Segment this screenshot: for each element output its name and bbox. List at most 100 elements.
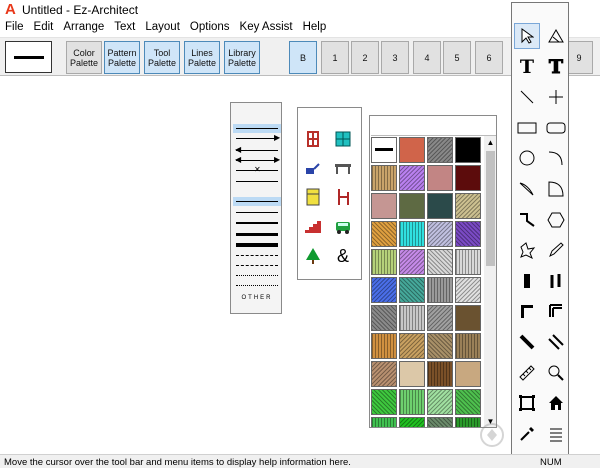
layer-button-6[interactable]: 6 [475,41,503,74]
chair-icon[interactable] [333,187,353,207]
weight-4-option[interactable] [236,243,278,247]
pattern-swatch[interactable] [427,389,453,415]
layer-button-b[interactable]: B [289,41,317,74]
pattern-swatch[interactable] [455,333,481,359]
ellipse-segment-icon[interactable] [514,176,540,202]
dash-dot-line-option[interactable] [236,265,278,266]
other-lines-option[interactable]: OTHER [233,295,281,301]
weight-3-option[interactable] [236,233,278,236]
thin-line-option[interactable] [236,181,278,182]
crosshair-icon[interactable] [543,84,569,110]
circle-icon[interactable] [514,145,540,171]
weight-1-option[interactable] [236,212,278,213]
car-icon[interactable] [333,216,353,236]
pattern-swatch[interactable] [399,417,425,427]
weight-2-option[interactable] [236,222,278,224]
menu-help[interactable]: Help [298,19,332,37]
lines-palette[interactable]: ▶ ◀ ◀ ▶ ✕ OTHER [230,102,282,314]
pattern-swatch[interactable] [455,137,481,163]
pattern-swatch[interactable] [455,389,481,415]
corner-wall-icon[interactable] [514,298,540,324]
sink-icon[interactable] [303,158,323,178]
pattern-swatch[interactable] [399,361,425,387]
pattern-swatch[interactable] [371,221,397,247]
bench-icon[interactable] [333,158,353,178]
pattern-swatch[interactable] [399,333,425,359]
pattern-swatch[interactable] [399,305,425,331]
quarter-pie-icon[interactable] [543,176,569,202]
double-corner-icon[interactable] [543,298,569,324]
pattern-swatch[interactable] [371,193,397,219]
pattern-swatch[interactable] [371,277,397,303]
layer-button-9[interactable]: 9 [565,41,593,74]
pattern-swatch[interactable] [427,333,453,359]
pattern-swatch[interactable] [455,249,481,275]
frame-icon[interactable] [514,390,540,416]
rectangle-icon[interactable] [514,115,540,141]
dashed-line-option[interactable] [236,255,278,256]
scroll-thumb[interactable] [486,151,495,266]
pattern-swatch[interactable] [427,305,453,331]
pattern-scrollbar[interactable]: ▲ ▼ [484,136,496,427]
pattern-swatch[interactable] [399,249,425,275]
zoom-icon[interactable] [543,360,569,386]
house-icon[interactable] [543,390,569,416]
pattern-swatch[interactable] [399,389,425,415]
pattern-swatch[interactable] [455,221,481,247]
library-palette[interactable]: & [297,107,362,280]
thick-wall-icon[interactable] [514,268,540,294]
menu-edit[interactable]: Edit [29,19,59,37]
pattern-swatch[interactable] [455,417,481,427]
fine-dotted-line-option[interactable] [236,285,278,286]
pattern-swatch[interactable] [427,221,453,247]
pattern-swatch[interactable] [427,277,453,303]
double-arrow-line-option[interactable] [236,160,278,161]
tool-palette[interactable]: TT [511,2,569,456]
menu-arrange[interactable]: Arrange [58,19,109,37]
double-wall-icon[interactable] [543,268,569,294]
palette-button-3[interactable]: Tool Palette [144,41,180,74]
ampersand-icon[interactable]: & [333,246,353,266]
pattern-swatch[interactable] [399,277,425,303]
pattern-swatch[interactable] [399,137,425,163]
plain-line-option[interactable] [236,128,278,129]
pattern-swatch[interactable] [371,137,397,163]
pattern-swatch[interactable] [427,361,453,387]
hexagon-icon[interactable] [543,207,569,233]
scroll-up-icon[interactable]: ▲ [484,136,496,149]
palette-button-1[interactable]: Color Palette [66,41,102,74]
menu-file[interactable]: File [0,19,29,37]
pattern-swatch[interactable] [427,249,453,275]
ruler-icon[interactable] [514,360,540,386]
arrow-pointer-icon[interactable] [514,23,540,49]
layer-button-3[interactable]: 3 [381,41,409,74]
pattern-swatch[interactable] [371,333,397,359]
menu-text[interactable]: Text [109,19,140,37]
pattern-swatch[interactable] [371,165,397,191]
hairline-weight-option[interactable] [236,201,278,202]
freeform-icon[interactable] [514,237,540,263]
door-icon[interactable] [303,129,323,149]
layer-button-5[interactable]: 5 [443,41,471,74]
rounded-rectangle-icon[interactable] [543,115,569,141]
menu-layout[interactable]: Layout [140,19,185,37]
diagonal-line-icon[interactable] [514,84,540,110]
pattern-swatch[interactable] [371,305,397,331]
current-line-style-button[interactable] [5,41,52,73]
double-diagonal-icon[interactable] [543,329,569,355]
pattern-swatch[interactable] [455,361,481,387]
menu-options[interactable]: Options [185,19,235,37]
dotted-line-option[interactable] [236,275,278,276]
pattern-swatch[interactable] [371,361,397,387]
pattern-swatch[interactable] [455,305,481,331]
right-arrow-line-option[interactable] [236,138,278,139]
pattern-swatch[interactable] [399,193,425,219]
pencil-icon[interactable] [543,237,569,263]
pattern-swatch[interactable] [455,277,481,303]
arc-icon[interactable] [543,145,569,171]
palette-button-2[interactable]: Pattern Palette [104,41,140,74]
layer-button-4[interactable]: 4 [413,41,441,74]
bold-text-icon[interactable]: T [543,54,569,80]
text-tool-icon[interactable]: T [514,54,540,80]
angle-icon[interactable] [543,23,569,49]
